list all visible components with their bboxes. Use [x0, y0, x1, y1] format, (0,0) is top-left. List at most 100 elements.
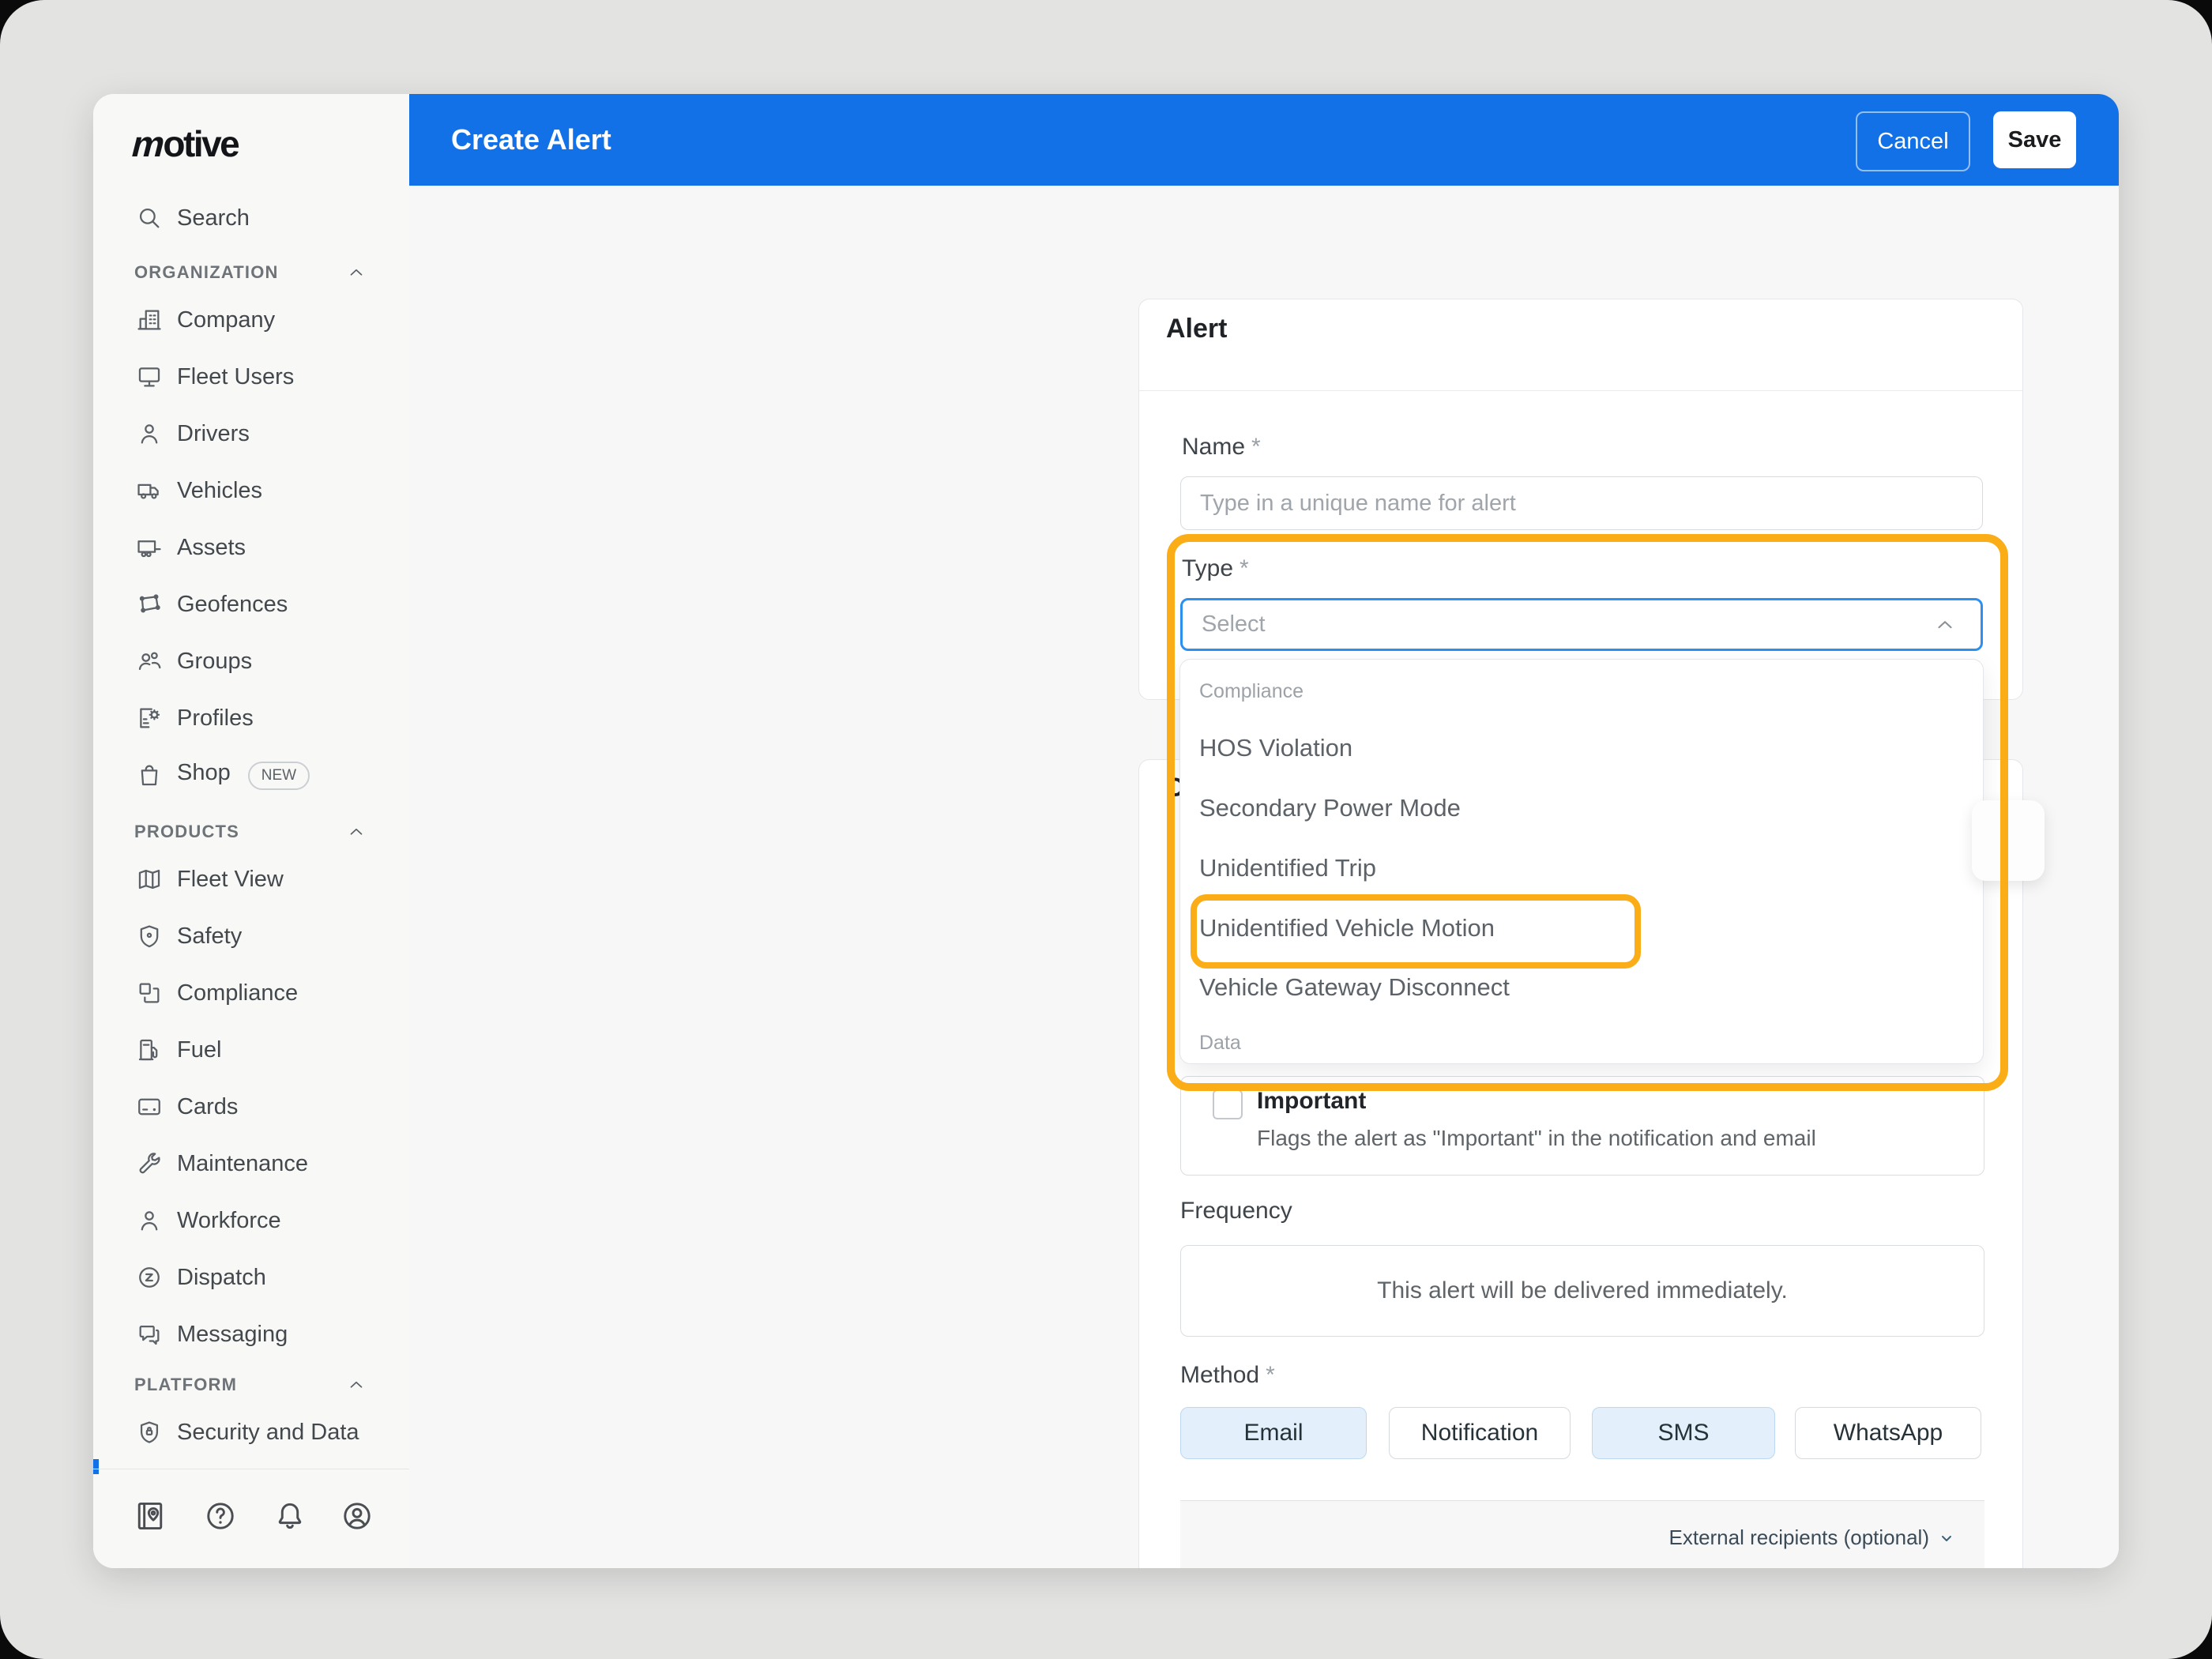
name-input[interactable]: Type in a unique name for alert	[1180, 476, 1983, 530]
chevron-up-icon	[346, 1375, 367, 1395]
dropdown-option-unidentified-vehicle-motion[interactable]: Unidentified Vehicle Motion	[1199, 911, 1495, 946]
save-button[interactable]: Save	[1993, 111, 2076, 168]
account-icon[interactable]	[340, 1499, 374, 1533]
sidebar-item-label: Shop NEW	[177, 760, 310, 790]
dropdown-option-vehicle-gateway-disconnect[interactable]: Vehicle Gateway Disconnect	[1199, 970, 1510, 1005]
method-button-email[interactable]: Email	[1180, 1407, 1367, 1459]
chevron-up-icon	[346, 822, 367, 842]
sidebar-item-label: Cards	[177, 1093, 239, 1119]
frequency-box: This alert will be delivered immediately…	[1180, 1245, 1984, 1337]
sidebar-item-company[interactable]: Company	[93, 292, 409, 348]
required-marker: *	[1251, 434, 1261, 460]
dropdown-option-unidentified-trip[interactable]: Unidentified Trip	[1199, 851, 1376, 886]
sidebar-item-drivers[interactable]: Drivers	[93, 405, 409, 462]
assets-icon	[136, 534, 163, 561]
sidebar-item-label: Dispatch	[177, 1264, 266, 1290]
sidebar-section-products[interactable]: PRODUCTS	[93, 814, 409, 849]
sidebar-item-label: Fuel	[177, 1036, 222, 1063]
compliance-icon	[136, 980, 163, 1006]
search-icon	[136, 205, 163, 231]
sidebar-item-cards[interactable]: Cards	[93, 1078, 409, 1135]
sidebar-item-label: Compliance	[177, 980, 299, 1006]
chevron-up-icon	[346, 262, 367, 283]
shop-icon	[136, 762, 163, 788]
messaging-icon	[136, 1321, 163, 1348]
sidebar-item-assets[interactable]: Assets	[93, 519, 409, 576]
dropdown-option-hos-violation[interactable]: HOS Violation	[1199, 731, 1352, 766]
sidebar-item-maintenance[interactable]: Maintenance	[93, 1135, 409, 1192]
active-item-indicator	[93, 1459, 99, 1474]
groups-icon	[136, 648, 163, 675]
fuel-icon	[136, 1036, 163, 1063]
method-button-sms[interactable]: SMS	[1592, 1407, 1775, 1459]
important-checkbox[interactable]	[1213, 1089, 1243, 1119]
cards-icon	[136, 1093, 163, 1120]
required-marker: *	[1240, 555, 1249, 581]
sidebar-item-label: Safety	[177, 923, 243, 949]
sidebar-item-profiles[interactable]: Profiles	[93, 690, 409, 747]
vehicles-icon	[136, 477, 163, 504]
motive-logo: motive	[127, 123, 240, 164]
page-title: Create Alert	[451, 123, 611, 156]
sidebar-item-fleet-users[interactable]: Fleet Users	[93, 348, 409, 405]
sidebar-item-label: Company	[177, 307, 276, 333]
type-dropdown: Compliance HOS Violation Secondary Power M…	[1179, 659, 1984, 1064]
frequency-label: Frequency	[1180, 1198, 1292, 1224]
help-icon[interactable]	[203, 1499, 238, 1533]
external-recipients-label: External recipients (optional)	[1668, 1525, 1930, 1549]
sidebar-item-label: Workforce	[177, 1207, 281, 1233]
dispatch-icon	[136, 1264, 163, 1291]
map-book-icon[interactable]	[133, 1499, 167, 1533]
sidebar-item-fleet-view[interactable]: Fleet View	[93, 851, 409, 908]
sidebar-item-shop[interactable]: Shop NEW	[93, 747, 409, 803]
fleet-users-icon	[136, 363, 163, 390]
sidebar-section-organization[interactable]: ORGANIZATION	[93, 255, 409, 290]
external-recipients-toggle[interactable]: External recipients (optional)	[1669, 1525, 1957, 1550]
sidebar-item-groups[interactable]: Groups	[93, 633, 409, 690]
frequency-message: This alert will be delivered immediately…	[1377, 1277, 1788, 1304]
sidebar-item-label: Vehicles	[177, 477, 263, 503]
sidebar-item-vehicles[interactable]: Vehicles	[93, 462, 409, 519]
chevron-down-icon	[1937, 1529, 1956, 1548]
sidebar-item-workforce[interactable]: Workforce	[93, 1192, 409, 1249]
sidebar: motive Search ORGANIZATION Company Fleet Us…	[93, 94, 410, 1568]
sidebar-section-label: PRODUCTS	[134, 822, 240, 841]
notifications-icon[interactable]	[273, 1499, 307, 1533]
sidebar-item-compliance[interactable]: Compliance	[93, 965, 409, 1021]
maintenance-icon	[136, 1150, 163, 1177]
method-button-notification[interactable]: Notification	[1389, 1407, 1571, 1459]
sidebar-item-fuel[interactable]: Fuel	[93, 1021, 409, 1078]
card-footer: External recipients (optional)	[1180, 1500, 1984, 1568]
important-option: Important Flags the alert as "Important"…	[1180, 1076, 1984, 1176]
sidebar-item-safety[interactable]: Safety	[93, 908, 409, 965]
profiles-icon	[136, 705, 163, 732]
sidebar-item-label: Geofences	[177, 591, 288, 617]
sidebar-item-label: Maintenance	[177, 1150, 309, 1176]
sidebar-section-label: PLATFORM	[134, 1375, 238, 1394]
security-icon	[136, 1419, 163, 1446]
company-icon	[136, 307, 163, 333]
method-label: Method *	[1180, 1362, 1275, 1388]
sidebar-search[interactable]: Search	[93, 190, 409, 246]
dropdown-group-label: Compliance	[1199, 680, 1304, 702]
alert-card-title: Alert	[1166, 314, 1228, 344]
dropdown-option-secondary-power-mode[interactable]: Secondary Power Mode	[1199, 791, 1461, 826]
sidebar-section-label: ORGANIZATION	[134, 262, 279, 282]
sidebar-item-label: Fleet Users	[177, 363, 295, 389]
sidebar-item-messaging[interactable]: Messaging	[93, 1306, 409, 1363]
sidebar-section-platform[interactable]: PLATFORM	[93, 1367, 409, 1402]
cancel-button[interactable]: Cancel	[1856, 111, 1970, 171]
card-divider	[1139, 390, 2022, 391]
sidebar-item-dispatch[interactable]: Dispatch	[93, 1249, 409, 1306]
important-description: Flags the alert as "Important" in the no…	[1257, 1126, 1816, 1150]
type-label: Type *	[1182, 555, 1249, 581]
sidebar-item-label: Drivers	[177, 420, 250, 446]
method-button-whatsapp[interactable]: WhatsApp	[1795, 1407, 1981, 1459]
sidebar-item-security-and-data[interactable]: Security and Data	[93, 1404, 409, 1461]
sidebar-item-label: Messaging	[177, 1321, 288, 1347]
dropdown-group-label: Data	[1199, 1032, 1241, 1054]
chevron-up-icon	[1933, 613, 1957, 637]
sidebar-item-geofences[interactable]: Geofences	[93, 576, 409, 633]
type-select[interactable]: Select	[1180, 598, 1983, 651]
hidden-panel-fragment	[1972, 800, 2045, 881]
